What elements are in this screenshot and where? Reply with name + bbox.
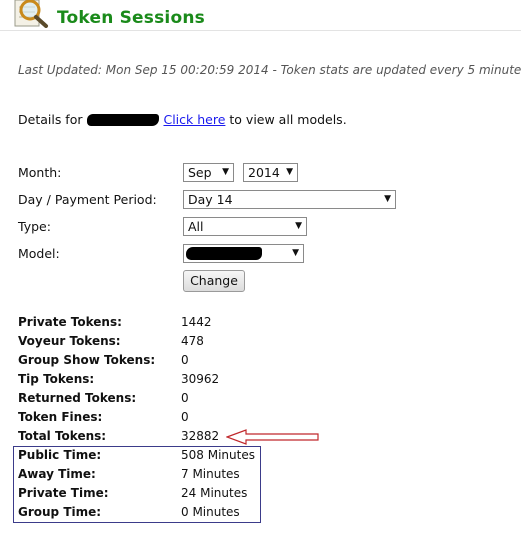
time-value: 508 Minutes	[181, 448, 255, 462]
model-label: Model:	[18, 246, 60, 261]
time-label: Public Time:	[18, 448, 102, 462]
time-label: Group Time:	[18, 505, 102, 519]
stat-value: 478	[181, 334, 204, 348]
page-title: Token Sessions	[57, 8, 205, 28]
dropdown-arrow-icon: ▼	[286, 167, 293, 177]
dropdown-arrow-icon: ▼	[384, 194, 391, 204]
stat-label: Tip Tokens:	[18, 372, 95, 386]
stat-value: 32882	[181, 429, 220, 443]
stat-value: 0	[181, 391, 189, 405]
details-suffix: to view all models.	[229, 112, 347, 127]
period-label: Day / Payment Period:	[18, 192, 157, 207]
view-all-models-link[interactable]: Click here	[163, 112, 225, 127]
year-select-value: 2014	[248, 165, 280, 180]
dropdown-arrow-icon: ▼	[292, 248, 299, 258]
stat-value: 0	[181, 353, 189, 367]
details-prefix: Details for	[18, 112, 83, 127]
stat-label: Returned Tokens:	[18, 391, 137, 405]
time-label: Away Time:	[18, 467, 96, 481]
details-line: Details for Click here to view all model…	[18, 112, 347, 127]
period-select[interactable]: Day 14 ▼	[183, 190, 396, 209]
month-label: Month:	[18, 165, 62, 180]
model-select[interactable]: ▼	[183, 244, 304, 263]
period-select-value: Day 14	[188, 192, 233, 207]
stat-label: Token Fines:	[18, 410, 103, 424]
stat-label: Private Tokens:	[18, 315, 122, 329]
magnifier-document-icon	[14, 0, 48, 28]
month-select-value: Sep	[188, 165, 212, 180]
dropdown-arrow-icon: ▼	[295, 221, 302, 231]
redacted-model-name	[186, 247, 262, 260]
redacted-name	[86, 114, 159, 126]
change-button[interactable]: Change	[183, 270, 245, 292]
page-header: Token Sessions	[0, 0, 521, 31]
dropdown-arrow-icon: ▼	[222, 167, 229, 177]
type-label: Type:	[18, 219, 51, 234]
type-select[interactable]: All ▼	[183, 217, 307, 236]
stat-value: 1442	[181, 315, 212, 329]
annotation-arrow-icon	[226, 429, 319, 445]
time-label: Private Time:	[18, 486, 109, 500]
stat-label: Voyeur Tokens:	[18, 334, 121, 348]
year-select[interactable]: 2014 ▼	[243, 163, 298, 182]
stat-value: 30962	[181, 372, 220, 386]
stat-value: 0	[181, 410, 189, 424]
time-value: 7 Minutes	[181, 467, 240, 481]
time-value: 0 Minutes	[181, 505, 240, 519]
stat-label: Group Show Tokens:	[18, 353, 156, 367]
time-value: 24 Minutes	[181, 486, 248, 500]
month-select[interactable]: Sep ▼	[183, 163, 234, 182]
last-updated-text: Last Updated: Mon Sep 15 00:20:59 2014 -…	[18, 63, 521, 77]
stat-label: Total Tokens:	[18, 429, 107, 443]
type-select-value: All	[188, 219, 204, 234]
